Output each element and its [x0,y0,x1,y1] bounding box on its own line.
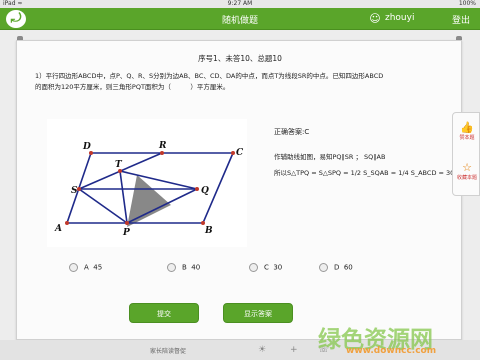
radio-icon[interactable] [69,263,78,272]
logout-button[interactable]: 登出 [452,13,470,26]
label-d: D [82,142,91,152]
solution-step1: 作辅助线如图，易知PQ∥SR ； SQ∥AB [274,153,386,161]
option-c[interactable]: C 30 [249,263,282,272]
label-a: A [54,224,62,234]
radio-icon[interactable] [319,263,328,272]
nav-bar: ⤾ 随机做题 ☺ zhouyi 登出 [0,8,480,30]
username-label: zhouyi [385,13,415,23]
radio-icon[interactable] [167,263,176,272]
question-progress: 序号1、未答10、总题10 [198,54,282,63]
question-text-line1: 1）平行四边形ABCD中，点P、Q、R、S分别为边AB、BC、CD、DA的中点，… [35,72,384,80]
geometry-figure: D R C T S Q A P B [47,119,247,247]
sun-icon[interactable]: ☀ [258,345,266,355]
thumbs-up-icon: 👍 [460,121,474,134]
battery-label: 100% [458,0,476,7]
label-r: R [158,141,167,151]
option-a[interactable]: A 45 [69,263,102,272]
label-q: Q [201,186,209,196]
question-text: 1）平行四边形ABCD中，点P、Q、R、S分别为边AB、BC、CD、DA的中点，… [35,71,445,93]
solution-step2: 所以S△TPQ = S△SPQ = 1/2 S_SQAB = 1/4 S_ABC… [274,169,455,177]
bottom-bar-text: 家长陪读督促 [150,348,187,355]
submit-button[interactable]: 提交 [129,303,199,323]
like-button[interactable]: 👍 赞本题 [453,121,480,141]
label-c: C [236,148,244,158]
correct-answer: 正确答案:C [274,128,310,136]
user-icon: ☺ [369,12,381,25]
label-p: P [122,228,130,238]
question-card: 序号1、未答10、总题10 1）平行四边形ABCD中，点P、Q、R、S分别为边A… [16,40,462,340]
radio-icon[interactable] [249,263,258,272]
show-answer-button[interactable]: 显示答案 [223,303,293,323]
label-b: B [204,226,213,236]
plus-icon[interactable]: + [290,345,298,355]
option-d[interactable]: D 60 [319,263,353,272]
watermark-url: www.downcc.com [346,346,437,356]
star-icon: ☆ [462,161,472,174]
favorite-button[interactable]: ☆ 收藏本题 [453,161,480,181]
clock-label: 9:27 AM [227,0,253,7]
status-bar: iPad ≈ 9:27 AM 100% [0,0,480,8]
label-t: T [115,160,123,170]
option-b[interactable]: B 40 [167,263,200,272]
label-s: S [71,186,78,196]
question-text-line2: 的面积为120平方厘米，则三角形PQT面积为（ ）平方厘米。 [35,83,230,91]
side-action-panel: 👍 赞本题 ☆ 收藏本题 [452,112,480,196]
